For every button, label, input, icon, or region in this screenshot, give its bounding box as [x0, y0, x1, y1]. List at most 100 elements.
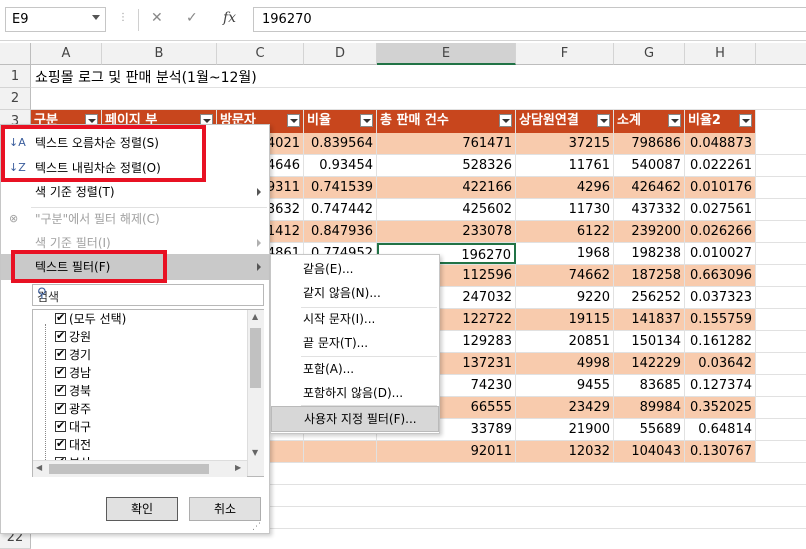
- table-cell[interactable]: 0.741539: [304, 177, 377, 198]
- table-cell[interactable]: 0.026266: [685, 221, 756, 242]
- table-cell[interactable]: 4998: [516, 353, 614, 374]
- table-cell[interactable]: 540087: [614, 155, 685, 176]
- checkbox-checked-icon[interactable]: [55, 327, 66, 345]
- checkbox-checked-icon[interactable]: [55, 309, 66, 327]
- table-cell[interactable]: 0.93454: [304, 155, 377, 176]
- column-header-f[interactable]: F: [516, 43, 614, 65]
- formula-input[interactable]: 196270: [253, 7, 806, 32]
- column-header-i[interactable]: [756, 43, 806, 65]
- table-cell[interactable]: 761471: [377, 133, 516, 154]
- table-cell[interactable]: 528326: [377, 155, 516, 176]
- table-cell[interactable]: 0.027561: [685, 199, 756, 220]
- table-cell[interactable]: 74662: [516, 265, 614, 286]
- column-header-c[interactable]: C: [217, 43, 304, 65]
- table-cell[interactable]: 37215: [516, 133, 614, 154]
- column-header-h[interactable]: H: [685, 43, 756, 65]
- table-cell[interactable]: 0.022261: [685, 155, 756, 176]
- submenu-item-does-not-contain[interactable]: 포함하지 않음(D)...: [271, 381, 439, 405]
- filter-item[interactable]: 강원: [55, 327, 91, 346]
- header-cell[interactable]: 소계: [614, 110, 685, 133]
- table-cell[interactable]: 0.048873: [685, 133, 756, 154]
- table-cell[interactable]: 426462: [614, 177, 685, 198]
- table-cell[interactable]: 0.839564: [304, 133, 377, 154]
- table-cell[interactable]: 83685: [614, 375, 685, 396]
- row-header[interactable]: 2: [0, 88, 31, 110]
- submenu-item-custom-filter[interactable]: 사용자 지정 필터(F)...: [271, 406, 439, 432]
- filter-item[interactable]: 경기: [55, 345, 91, 364]
- checkbox-checked-icon[interactable]: [55, 399, 66, 417]
- table-cell[interactable]: 256252: [614, 287, 685, 308]
- scrollbar-thumb[interactable]: [250, 328, 261, 388]
- table-cell[interactable]: 0.352025: [685, 397, 756, 418]
- table-cell[interactable]: 0.03642: [685, 353, 756, 374]
- checkbox-checked-icon[interactable]: [55, 381, 66, 399]
- name-box[interactable]: E9: [5, 7, 106, 32]
- submenu-item-not-equals[interactable]: 같지 않음(N)...: [271, 281, 439, 305]
- table-cell[interactable]: 6122: [516, 221, 614, 242]
- table-cell[interactable]: 104043: [614, 441, 685, 462]
- table-cell[interactable]: 1968: [516, 243, 614, 264]
- checkbox-checked-icon[interactable]: [55, 345, 66, 363]
- filter-item[interactable]: 경북: [55, 381, 91, 400]
- table-cell[interactable]: 198238: [614, 243, 685, 264]
- column-header-g[interactable]: G: [614, 43, 685, 65]
- table-cell[interactable]: 0.010027: [685, 243, 756, 264]
- table-cell[interactable]: 233078: [377, 221, 516, 242]
- insert-function-icon[interactable]: fx: [223, 10, 236, 26]
- row-header[interactable]: 1: [0, 65, 31, 88]
- table-cell[interactable]: 20851: [516, 331, 614, 352]
- scroll-down-icon[interactable]: ▼: [252, 448, 258, 457]
- table-cell[interactable]: 0.747442: [304, 199, 377, 220]
- table-cell[interactable]: 19115: [516, 309, 614, 330]
- cancel-button[interactable]: 취소: [189, 497, 261, 521]
- table-cell[interactable]: 0.64814: [685, 419, 756, 440]
- table-cell[interactable]: 11761: [516, 155, 614, 176]
- filter-dropdown-icon[interactable]: [360, 114, 373, 127]
- cancel-icon[interactable]: ✕: [151, 10, 163, 26]
- filter-dropdown-icon[interactable]: [597, 114, 610, 127]
- column-header-b[interactable]: B: [102, 43, 217, 65]
- column-header-e[interactable]: E: [377, 43, 516, 65]
- table-cell[interactable]: 0.130767: [685, 441, 756, 462]
- table-cell[interactable]: 9220: [516, 287, 614, 308]
- scroll-up-icon[interactable]: ▲: [252, 312, 258, 321]
- filter-item[interactable]: 대전: [55, 435, 91, 454]
- scrollbar-thumb[interactable]: [49, 464, 209, 474]
- menu-item-sort-by-color[interactable]: 색 기준 정렬(T): [1, 180, 269, 204]
- scroll-left-icon[interactable]: ◀: [36, 463, 42, 472]
- table-cell[interactable]: 0.037323: [685, 287, 756, 308]
- chevron-down-icon[interactable]: [92, 15, 100, 20]
- header-cell[interactable]: 비율2: [685, 110, 756, 133]
- submenu-item-contains[interactable]: 포함(A)...: [271, 357, 439, 381]
- header-cell[interactable]: 상담원연결: [516, 110, 614, 133]
- table-cell[interactable]: 422166: [377, 177, 516, 198]
- filter-search-input[interactable]: 검색 ⚲: [32, 284, 264, 306]
- filter-item-select-all[interactable]: (모두 선택): [55, 309, 126, 328]
- search-icon[interactable]: ⚲: [37, 286, 260, 301]
- submenu-item-begins-with[interactable]: 시작 문자(I)...: [271, 307, 439, 331]
- table-cell[interactable]: 11730: [516, 199, 614, 220]
- table-cell[interactable]: 141837: [614, 309, 685, 330]
- submenu-item-ends-with[interactable]: 끝 문자(T)...: [271, 331, 439, 355]
- table-cell[interactable]: 187258: [614, 265, 685, 286]
- table-cell[interactable]: [304, 441, 377, 462]
- checkbox-checked-icon[interactable]: [55, 417, 66, 435]
- table-cell[interactable]: 0.663096: [685, 265, 756, 286]
- table-cell[interactable]: 23429: [516, 397, 614, 418]
- submenu-item-equals[interactable]: 같음(E)...: [271, 257, 439, 281]
- checkbox-checked-icon[interactable]: [55, 363, 66, 381]
- checkbox-checked-icon[interactable]: [55, 435, 66, 453]
- scroll-right-icon[interactable]: ▶: [235, 463, 241, 472]
- filter-item[interactable]: 경남: [55, 363, 91, 382]
- table-cell[interactable]: 150134: [614, 331, 685, 352]
- table-cell[interactable]: 0.155759: [685, 309, 756, 330]
- table-cell[interactable]: 4296: [516, 177, 614, 198]
- table-cell[interactable]: 21900: [516, 419, 614, 440]
- filter-dropdown-icon[interactable]: [668, 114, 681, 127]
- table-cell[interactable]: 0.010176: [685, 177, 756, 198]
- column-header-d[interactable]: D: [304, 43, 377, 65]
- column-header-a[interactable]: A: [31, 43, 102, 65]
- header-cell[interactable]: 총 판매 건수: [377, 110, 516, 133]
- table-cell[interactable]: 0.161282: [685, 331, 756, 352]
- table-cell[interactable]: 0.847936: [304, 221, 377, 242]
